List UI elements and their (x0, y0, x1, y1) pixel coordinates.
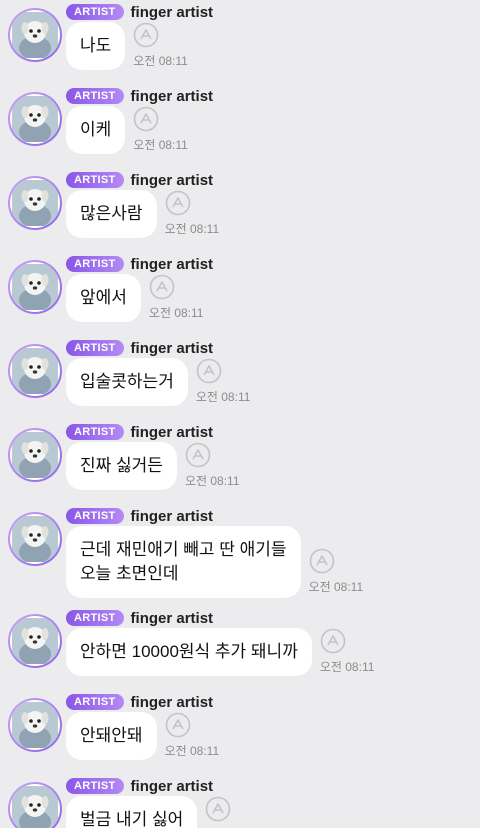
dog-avatar-icon (12, 432, 58, 478)
avatar[interactable] (8, 92, 62, 146)
dog-avatar-icon (12, 12, 58, 58)
sender-name[interactable]: finger artist (131, 610, 214, 627)
reaction-add-icon[interactable] (165, 712, 191, 738)
message-bubble[interactable]: 이케 (66, 106, 126, 154)
message-bubble[interactable]: 벌금 내기 싫어 (66, 796, 198, 828)
reaction-add-icon[interactable] (320, 628, 346, 654)
artist-badge: ARTIST (66, 340, 124, 356)
reaction-add-icon[interactable] (165, 190, 191, 216)
avatar[interactable] (8, 782, 62, 828)
sender-name[interactable]: finger artist (131, 256, 214, 273)
message-time: 오전 08:11 (148, 306, 204, 320)
avatar[interactable] (8, 428, 62, 482)
dog-avatar-icon (12, 264, 58, 310)
artist-badge: ARTIST (66, 4, 124, 20)
chat-thread: ARTIST finger artist 나도 오전 08:11 ARTIST … (0, 0, 480, 828)
artist-badge: ARTIST (66, 172, 124, 188)
message-time: 오전 08:11 (133, 54, 188, 68)
message-time: 오전 08:11 (133, 138, 188, 152)
dog-avatar-icon (12, 180, 58, 226)
message-bubble[interactable]: 입술콧하는거 (66, 358, 188, 406)
dog-avatar-icon (12, 702, 58, 748)
sender-name[interactable]: finger artist (131, 340, 214, 357)
dog-avatar-icon (12, 618, 58, 664)
avatar[interactable] (8, 176, 62, 230)
message-time: 오전 08:11 (319, 660, 375, 674)
message-bubble[interactable]: 안돼안돼 (66, 712, 157, 760)
reaction-add-icon[interactable] (185, 442, 211, 468)
avatar[interactable] (8, 512, 62, 566)
reaction-add-icon[interactable] (149, 274, 175, 300)
avatar[interactable] (8, 344, 62, 398)
artist-badge: ARTIST (66, 694, 124, 710)
message-time: 오전 08:11 (164, 222, 220, 236)
sender-name[interactable]: finger artist (131, 88, 214, 105)
message-bubble[interactable]: 안하면 10000원식 추가 돼니까 (66, 628, 312, 676)
message-time: 오전 08:11 (308, 580, 364, 594)
dog-avatar-icon (12, 96, 58, 142)
reaction-add-icon[interactable] (133, 106, 159, 132)
reaction-add-icon[interactable] (133, 22, 159, 48)
message-bubble[interactable]: 많은사람 (66, 190, 157, 238)
sender-name[interactable]: finger artist (131, 424, 214, 441)
sender-name[interactable]: finger artist (131, 694, 214, 711)
sender-name[interactable]: finger artist (131, 172, 214, 189)
avatar[interactable] (8, 698, 62, 752)
sender-name[interactable]: finger artist (131, 508, 214, 525)
artist-badge: ARTIST (66, 508, 124, 524)
message-bubble[interactable]: 근데 재민애기 빼고 딴 애기들 오늘 초면인데 (66, 526, 301, 598)
dog-avatar-icon (12, 348, 58, 394)
message-time: 오전 08:11 (164, 744, 220, 758)
message-time: 오전 08:11 (195, 390, 251, 404)
dog-avatar-icon (12, 786, 58, 828)
avatar[interactable] (8, 8, 62, 62)
message-time: 오전 08:11 (184, 474, 240, 488)
avatar[interactable] (8, 260, 62, 314)
sender-name[interactable]: finger artist (131, 778, 214, 795)
reaction-add-icon[interactable] (205, 796, 231, 822)
sender-name[interactable]: finger artist (131, 4, 214, 21)
reaction-add-icon[interactable] (309, 548, 335, 574)
dog-avatar-icon (12, 516, 58, 562)
message-bubble[interactable]: 앞에서 (66, 274, 141, 322)
message-bubble[interactable]: 나도 (66, 22, 126, 70)
artist-badge: ARTIST (66, 88, 124, 104)
avatar[interactable] (8, 614, 62, 668)
artist-badge: ARTIST (66, 778, 124, 794)
message-bubble[interactable]: 진짜 싫거든 (66, 442, 177, 490)
artist-badge: ARTIST (66, 256, 124, 272)
reaction-add-icon[interactable] (196, 358, 222, 384)
artist-badge: ARTIST (66, 424, 124, 440)
artist-badge: ARTIST (66, 610, 124, 626)
